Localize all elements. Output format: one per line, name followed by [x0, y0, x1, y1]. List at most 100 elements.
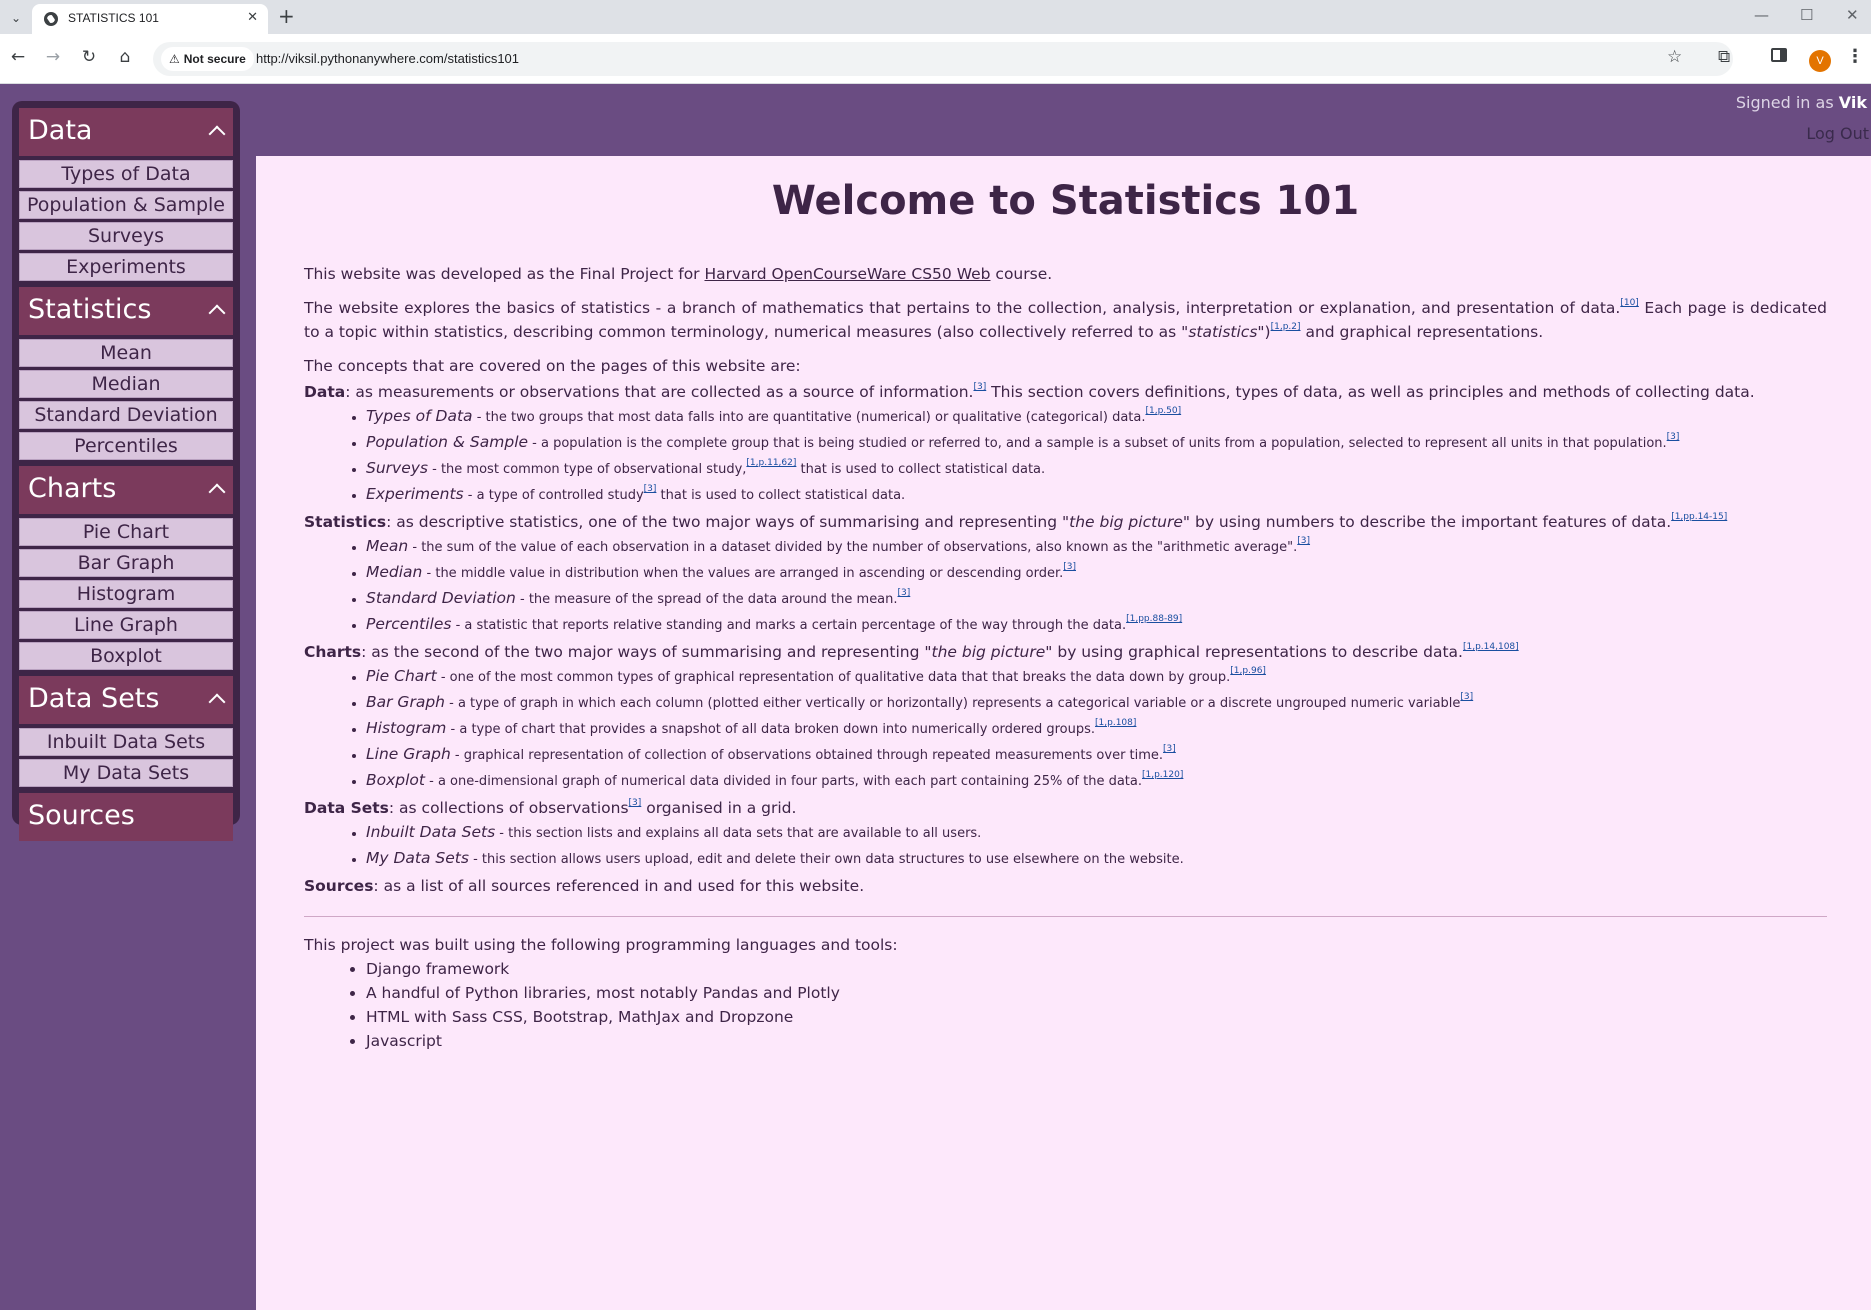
- sidebar-item-inbuilt-data-sets[interactable]: Inbuilt Data Sets: [19, 728, 233, 756]
- citation-link[interactable]: [3]: [629, 798, 642, 808]
- explore-paragraph: The website explores the basics of stati…: [304, 297, 1827, 341]
- citation-link[interactable]: [1,pp.88-89]: [1126, 614, 1182, 624]
- tab-search-icon[interactable]: ⌄: [6, 8, 26, 28]
- citation-link[interactable]: [1,p.11,62]: [746, 458, 796, 468]
- citation-link[interactable]: [1,p.14,108]: [1463, 642, 1519, 652]
- top-bar: Signed in as Vik Log Out: [256, 84, 1871, 156]
- sidebar-item-histogram[interactable]: Histogram: [19, 580, 233, 608]
- citation-link[interactable]: [1,p.120]: [1142, 770, 1183, 780]
- intro-paragraph: This website was developed as the Final …: [304, 265, 1053, 283]
- citation-link[interactable]: [3]: [644, 484, 657, 494]
- page: Signed in as Vik Log Out Data Types of D…: [0, 84, 1871, 1310]
- sidebar-item-percentiles[interactable]: Percentiles: [19, 432, 233, 460]
- cs50-link[interactable]: Harvard OpenCourseWare CS50 Web: [704, 265, 990, 283]
- citation-link[interactable]: [1,pp.14-15]: [1671, 512, 1727, 522]
- citation-link[interactable]: [3]: [1297, 536, 1310, 546]
- sidebar-section-sources[interactable]: Sources: [19, 793, 233, 841]
- citation-link[interactable]: [1,p.108]: [1095, 718, 1136, 728]
- tools-intro: This project was built using the followi…: [304, 936, 898, 954]
- category-data: Data: as measurements or observations th…: [304, 381, 1755, 401]
- sidebar-item-experiments[interactable]: Experiments: [19, 253, 233, 281]
- citation-link[interactable]: [3]: [1667, 432, 1680, 442]
- citation-link[interactable]: [3]: [1163, 744, 1176, 754]
- sidebar-section-data[interactable]: Data: [19, 108, 233, 156]
- sidebar-item-my-data-sets[interactable]: My Data Sets: [19, 759, 233, 787]
- category-charts: Charts: as the second of the two major w…: [304, 641, 1519, 661]
- list-item: Javascript: [366, 1029, 1827, 1053]
- profile-avatar[interactable]: V: [1809, 50, 1831, 72]
- tab-strip: ⌄ STATISTICS 101 ✕ + — ☐ ✕: [0, 0, 1871, 34]
- list-item: Surveys - the most common type of observ…: [366, 456, 1827, 482]
- sidebar-section-charts[interactable]: Charts: [19, 466, 233, 514]
- citation-link[interactable]: [10]: [1620, 298, 1638, 308]
- sidebar-item-surveys[interactable]: Surveys: [19, 222, 233, 250]
- list-item: A handful of Python libraries, most nota…: [366, 981, 1827, 1005]
- sidebar-item-types-of-data[interactable]: Types of Data: [19, 160, 233, 188]
- citation-link[interactable]: [1,p.96]: [1230, 666, 1266, 676]
- minimize-icon[interactable]: —: [1754, 6, 1769, 24]
- sidebar-item-pie-chart[interactable]: Pie Chart: [19, 518, 233, 546]
- back-arrow-icon[interactable]: ←: [6, 47, 30, 67]
- warning-icon: ⚠: [169, 52, 180, 66]
- list-item: Boxplot - a one-dimensional graph of num…: [366, 768, 1827, 794]
- extensions-icon[interactable]: ⧉: [1718, 47, 1730, 67]
- main-content: Welcome to Statistics 101 This website w…: [256, 156, 1871, 1310]
- sidebar-item-population-sample[interactable]: Population & Sample: [19, 191, 233, 219]
- browser-toolbar: ← → ↻ ⌂ ⚠ Not secure http://viksil.python…: [0, 34, 1871, 84]
- sidebar-item-median[interactable]: Median: [19, 370, 233, 398]
- divider: [304, 916, 1827, 917]
- more-menu-icon[interactable]: ⋮: [1846, 46, 1864, 67]
- page-title: Welcome to Statistics 101: [771, 178, 1360, 224]
- citation-link[interactable]: [1,p.2]: [1271, 322, 1301, 332]
- globe-icon: [44, 12, 58, 26]
- new-tab-button[interactable]: +: [278, 6, 295, 26]
- list-item: Standard Deviation - the measure of the …: [366, 586, 1827, 612]
- list-item: Line Graph - graphical representation of…: [366, 742, 1827, 768]
- url-text[interactable]: http://viksil.pythonanywhere.com/statist…: [256, 51, 519, 66]
- list-item: HTML with Sass CSS, Bootstrap, MathJax a…: [366, 1005, 1827, 1029]
- citation-link[interactable]: [3]: [973, 382, 986, 392]
- close-tab-icon[interactable]: ✕: [247, 10, 258, 25]
- citation-link[interactable]: [3]: [898, 588, 911, 598]
- browser-tab[interactable]: STATISTICS 101 ✕: [32, 4, 268, 34]
- data-sets-topic-list: Inbuilt Data Sets - this section lists a…: [366, 820, 1827, 872]
- list-item: Histogram - a type of chart that provide…: [366, 716, 1827, 742]
- citation-link[interactable]: [3]: [1460, 692, 1473, 702]
- citation-link[interactable]: [1,p.50]: [1145, 406, 1181, 416]
- security-label: Not secure: [183, 52, 246, 66]
- list-item: Experiments - a type of controlled study…: [366, 482, 1827, 508]
- home-icon[interactable]: ⌂: [113, 47, 137, 67]
- sidebar-section-data-sets[interactable]: Data Sets: [19, 676, 233, 724]
- reload-icon[interactable]: ↻: [77, 47, 101, 67]
- sidebar-item-standard-deviation[interactable]: Standard Deviation: [19, 401, 233, 429]
- category-data-sets: Data Sets: as collections of observation…: [304, 797, 797, 817]
- logout-link[interactable]: Log Out: [1806, 124, 1869, 143]
- address-bar[interactable]: ⚠ Not secure http://viksil.pythonanywhere…: [153, 42, 1733, 76]
- forward-arrow-icon[interactable]: →: [41, 47, 65, 67]
- sidebar-section-statistics[interactable]: Statistics: [19, 287, 233, 335]
- maximize-icon[interactable]: ☐: [1800, 6, 1813, 24]
- signed-in-text: Signed in as Vik: [1735, 93, 1867, 112]
- side-panel-icon[interactable]: [1771, 48, 1787, 62]
- chevron-up-icon: [208, 304, 226, 322]
- charts-topic-list: Pie Chart - one of the most common types…: [366, 664, 1827, 794]
- list-item: Types of Data - the two groups that most…: [366, 404, 1827, 430]
- list-item: Django framework: [366, 957, 1827, 981]
- list-item: Population & Sample - a population is th…: [366, 430, 1827, 456]
- sidebar-item-bar-graph[interactable]: Bar Graph: [19, 549, 233, 577]
- list-item: Inbuilt Data Sets - this section lists a…: [366, 820, 1827, 846]
- username: Vik: [1838, 93, 1867, 112]
- citation-link[interactable]: [3]: [1063, 562, 1076, 572]
- list-item: Median - the middle value in distributio…: [366, 560, 1827, 586]
- sidebar: Data Types of Data Population & Sample S…: [12, 101, 240, 841]
- chevron-up-icon: [208, 693, 226, 711]
- category-statistics: Statistics: as descriptive statistics, o…: [304, 511, 1728, 531]
- bookmark-star-icon[interactable]: ☆: [1667, 47, 1682, 67]
- sidebar-item-mean[interactable]: Mean: [19, 339, 233, 367]
- sidebar-item-line-graph[interactable]: Line Graph: [19, 611, 233, 639]
- sidebar-item-boxplot[interactable]: Boxplot: [19, 642, 233, 670]
- close-window-icon[interactable]: ✕: [1846, 6, 1859, 24]
- tools-list: Django framework A handful of Python lib…: [366, 957, 1827, 1053]
- list-item: Percentiles - a statistic that reports r…: [366, 612, 1827, 638]
- security-chip[interactable]: ⚠ Not secure: [161, 47, 254, 71]
